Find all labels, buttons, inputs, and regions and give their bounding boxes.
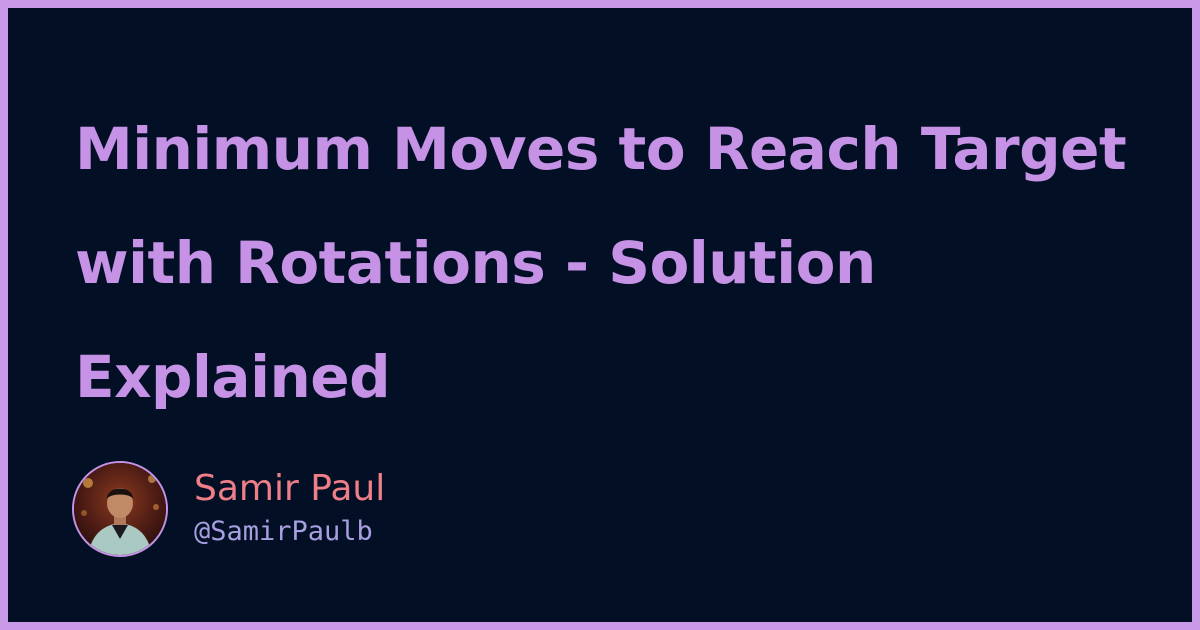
avatar-photo-icon [74,463,166,555]
author-handle: @SamirPaulb [194,516,373,547]
og-card: Minimum Moves to Reach Target with Rotat… [0,0,1200,630]
post-title: Minimum Moves to Reach Target with Rotat… [75,115,1127,411]
author-avatar [72,461,168,557]
author-info: Samir Paul @SamirPaulb [194,466,385,552]
author-name: Samir Paul [194,468,386,509]
author-block: Samir Paul @SamirPaulb [72,459,385,559]
